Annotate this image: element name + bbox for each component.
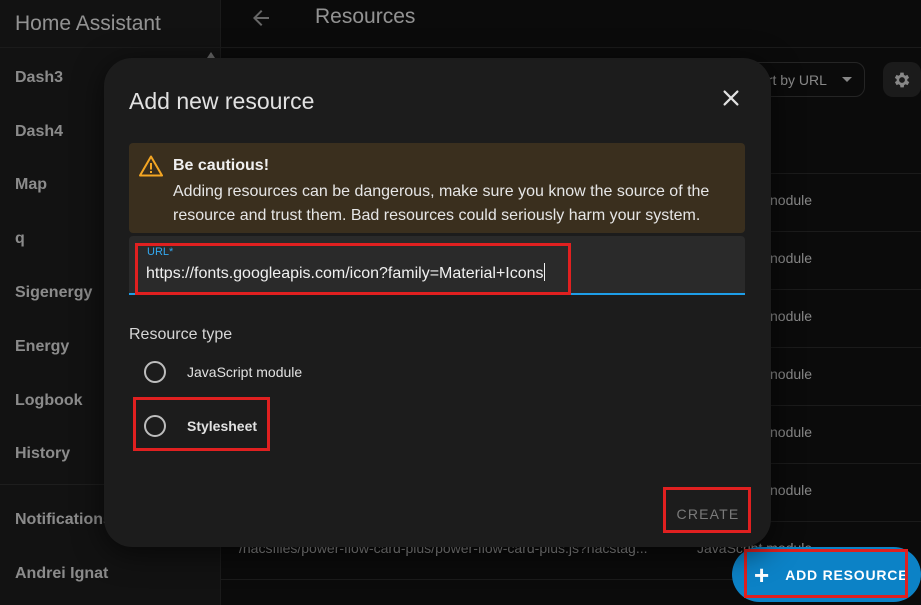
app-window: Home Assistant Dash3 Dash4 Map q Sigener… <box>0 0 921 605</box>
close-icon[interactable] <box>720 87 742 109</box>
highlight-box <box>133 397 270 451</box>
radio-button[interactable] <box>144 361 166 383</box>
warning-body: Adding resources can be dangerous, make … <box>173 183 710 224</box>
warning-icon <box>139 155 163 177</box>
radio-label: JavaScript module <box>187 364 303 380</box>
warning-alert: Be cautious! Adding resources can be dan… <box>129 143 745 233</box>
highlight-box <box>744 549 908 598</box>
resource-type-label: Resource type <box>129 326 233 343</box>
radio-javascript-module[interactable]: JavaScript module <box>144 360 302 384</box>
add-resource-dialog: Add new resource Be cautious! Adding res… <box>104 58 771 547</box>
highlight-box <box>663 487 751 533</box>
warning-title: Be cautious! <box>173 157 270 174</box>
highlight-box <box>135 243 571 295</box>
dialog-title: Add new resource <box>129 88 315 114</box>
